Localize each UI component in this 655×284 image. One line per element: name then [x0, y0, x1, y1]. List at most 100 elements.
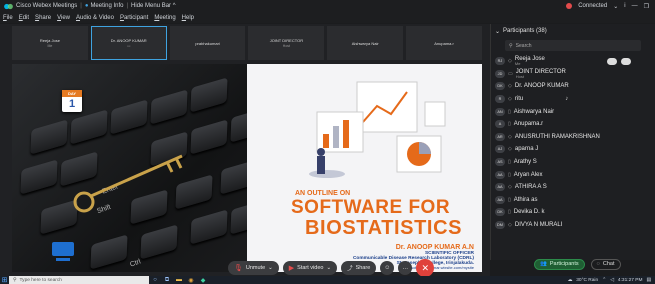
device-icon: ▯ [508, 209, 511, 216]
video-thumbnail[interactable]: Anupama.r [406, 26, 482, 60]
list-item[interactable]: AN ▯ Aishwarya Nair [491, 105, 655, 118]
taskbar-search-input[interactable]: ⚲ Type here to search [9, 276, 149, 284]
list-item[interactable]: R ◇ ritu ♪ [491, 93, 655, 106]
meeting-controls: 🎙 Unmute ⌄ ▶ Start video ⌄ ⤴ Share ☺ … ✕ [228, 259, 435, 277]
chevron-down-icon[interactable]: ⌄ [268, 265, 273, 271]
menu-meeting[interactable]: Meeting [154, 15, 175, 21]
menu-share[interactable]: Share [35, 15, 51, 21]
list-item[interactable]: AA ◇ ATHIRA A S [491, 181, 655, 194]
participant-name: DIVYA N MURALI [514, 222, 563, 229]
participant-list: RJ ◇ Reeja Jose Me JD ▭ JOINT DIRECTOR Hos… [491, 55, 655, 231]
video-thumbnail[interactable]: prabhakumari [169, 26, 246, 60]
participants-panel: ⌄ Participants (38) ⚲ Search RJ ◇ Reeja … [490, 24, 655, 260]
list-item[interactable]: JD ▭ JOINT DIRECTOR Host [491, 68, 655, 81]
menu-view[interactable]: View [57, 15, 70, 21]
list-item[interactable]: RJ ◇ Reeja Jose Me [491, 55, 655, 68]
task-view-icon[interactable]: ⧉ [161, 277, 173, 284]
participant-role: Me [514, 61, 521, 67]
chat-toggle-button[interactable]: ◌ Chat [590, 258, 621, 270]
meeting-info-button[interactable]: Meeting Info [90, 3, 123, 9]
minimize-icon[interactable]: — [632, 3, 638, 9]
avatar: R [495, 95, 505, 104]
menu-help[interactable]: Help [182, 15, 194, 21]
shared-content[interactable]: Enter Shift Ctrl DAY 1 AN OUTLINE ON SOF… [12, 64, 482, 272]
video-off-icon: ▶ [288, 265, 295, 272]
participants-header[interactable]: ⌄ Participants (38) [491, 24, 655, 38]
avatar: AA [495, 195, 505, 204]
video-thumbnail[interactable]: Aishwarya Nair [327, 26, 404, 60]
device-icon: ▯ [508, 121, 511, 128]
search-icon: ⚲ [13, 277, 17, 283]
menu-participant[interactable]: Participant [120, 15, 148, 21]
reactions-button[interactable]: ☺ [380, 261, 395, 275]
thumbnail-name: Reeja Jose [39, 38, 60, 43]
video-status-icon[interactable] [621, 58, 631, 65]
participant-name: ritu [514, 96, 524, 103]
participants-toggle-label: Participants [549, 261, 579, 267]
video-thumbnail[interactable]: Reeja Jose Me [12, 26, 88, 60]
volume-icon[interactable]: ◁ [610, 278, 614, 283]
list-item[interactable]: AS ▯ Arathy S [491, 156, 655, 169]
participants-toggle-button[interactable]: 👥 Participants [534, 258, 585, 270]
start-video-button[interactable]: ▶ Start video ⌄ [282, 261, 338, 275]
avatar: DK [495, 208, 505, 217]
avatar: DK [495, 82, 505, 91]
avatar: AN [495, 107, 505, 116]
participant-name: Dr. ANOOP KUMAR [514, 83, 569, 90]
device-icon: ▯ [508, 196, 511, 203]
network-icon[interactable]: ⌃ [602, 278, 606, 283]
app-name: Cisco Webex Meetings [16, 3, 78, 9]
connection-status[interactable]: Connected [578, 3, 607, 9]
weather-icon[interactable]: ☁ [567, 278, 572, 283]
file-explorer-icon[interactable]: ▬ [173, 277, 185, 283]
thumbnail-role: Me [47, 44, 53, 48]
unmute-button[interactable]: 🎙 Unmute ⌄ [228, 261, 279, 275]
avatar: A [495, 120, 505, 129]
key-label-ctrl: Ctrl [129, 258, 142, 269]
chevron-down-icon[interactable]: ⌄ [495, 28, 500, 35]
menu-edit[interactable]: Edit [19, 15, 29, 21]
list-item[interactable]: DM ◇ DIVYA N MURALI [491, 219, 655, 232]
clock[interactable]: 4:31:27 PM [618, 278, 643, 283]
audio-status-icon[interactable] [607, 58, 617, 65]
chevron-down-icon[interactable]: ⌄ [326, 265, 331, 271]
video-thumbnail-strip: Reeja Jose Me Dr. ANOOP KUMAR ▭ prabhaku… [12, 26, 482, 60]
info-icon[interactable]: i [624, 3, 625, 9]
participants-search-input[interactable]: ⚲ Search [505, 40, 641, 51]
cortana-icon[interactable]: ○ [149, 277, 161, 283]
notifications-icon[interactable]: ▤ [646, 278, 651, 283]
participant-name: Aishwarya Nair [513, 108, 555, 115]
hide-menu-bar-button[interactable]: Hide Menu Bar ^ [131, 3, 176, 9]
windows-start-button[interactable]: ⊞ [0, 276, 9, 284]
video-thumbnail-active-speaker[interactable]: Dr. ANOOP KUMAR ▭ [90, 26, 167, 60]
list-item[interactable]: AJ ◇ aparna J [491, 143, 655, 156]
panel-toggle-bar: 👥 Participants ◌ Chat [490, 257, 655, 271]
avatar: DM [495, 221, 505, 230]
list-item[interactable]: AA ▯ Athira as [491, 194, 655, 207]
meeting-info-icon[interactable]: ● [85, 3, 89, 9]
chevron-down-icon[interactable]: ⌄ [613, 3, 618, 10]
list-item[interactable]: DK ◇ Dr. ANOOP KUMAR [491, 80, 655, 93]
restore-icon[interactable]: ❐ [644, 3, 649, 10]
list-item[interactable]: AR ◇ ANUSRUTHI RAMAKRISHNAN [491, 131, 655, 144]
webex-taskbar-icon[interactable]: ◆ [197, 277, 209, 284]
video-thumbnail[interactable]: JOINT DIRECTOR Host [248, 26, 325, 60]
more-options-button[interactable]: … [398, 261, 413, 275]
list-item[interactable]: DK ▯ Devika D. k [491, 206, 655, 219]
share-icon: ⤴ [347, 266, 353, 272]
avatar: RJ [495, 57, 505, 66]
participant-name: Arathy S [513, 159, 537, 166]
people-icon: 👥 [540, 261, 547, 267]
list-item[interactable]: A ▯ Anupama.r [491, 118, 655, 131]
participant-name: aparna J [514, 146, 539, 153]
menu-file[interactable]: File [3, 15, 13, 21]
list-item[interactable]: AA ▯ Aryan Alex [491, 168, 655, 181]
menu-audio-video[interactable]: Audio & Video [76, 15, 114, 21]
unmute-label: Unmute [245, 265, 266, 271]
weather-status[interactable]: 30°C Rain [576, 278, 598, 283]
slide-title-line2: BIOSTATISTICS [305, 217, 463, 239]
chrome-icon[interactable]: ◉ [185, 277, 197, 284]
golden-key-icon [73, 154, 183, 213]
share-button[interactable]: ⤴ Share [341, 261, 377, 275]
end-meeting-button[interactable]: ✕ [416, 259, 435, 277]
